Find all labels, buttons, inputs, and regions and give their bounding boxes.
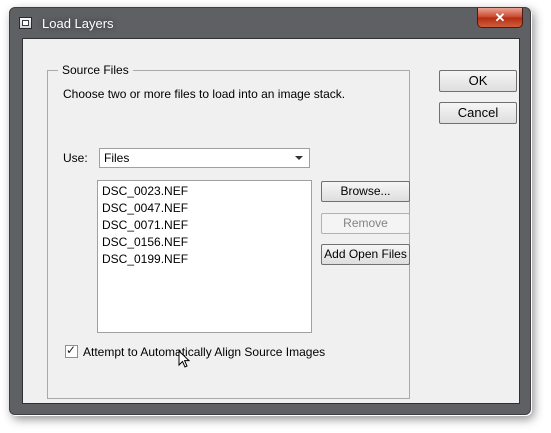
use-label: Use: bbox=[63, 151, 88, 165]
file-list-item[interactable]: DSC_0071.NEF bbox=[102, 217, 311, 234]
file-list-item[interactable]: DSC_0156.NEF bbox=[102, 234, 311, 251]
add-open-files-button[interactable]: Add Open Files bbox=[321, 244, 410, 265]
title-bar[interactable]: Load Layers ✕ bbox=[10, 8, 530, 38]
checkmark-icon: ✓ bbox=[66, 343, 77, 357]
cancel-button[interactable]: Cancel bbox=[439, 102, 517, 124]
browse-button[interactable]: Browse... bbox=[321, 181, 410, 202]
remove-button[interactable]: Remove bbox=[321, 213, 410, 234]
file-list-item[interactable]: DSC_0023.NEF bbox=[102, 183, 311, 200]
align-images-label[interactable]: Attempt to Automatically Align Source Im… bbox=[83, 345, 325, 359]
source-files-description: Choose two or more files to load into an… bbox=[63, 87, 346, 101]
window-title: Load Layers bbox=[42, 16, 114, 31]
ok-button[interactable]: OK bbox=[439, 70, 517, 92]
file-list-item[interactable]: DSC_0199.NEF bbox=[102, 251, 311, 268]
use-dropdown[interactable]: Files bbox=[99, 148, 310, 168]
window-app-icon bbox=[19, 17, 32, 29]
dialog-body: Source Files Choose two or more files to… bbox=[22, 38, 520, 404]
align-images-checkbox[interactable]: ✓ bbox=[65, 343, 78, 358]
close-button[interactable]: ✕ bbox=[477, 8, 523, 28]
source-files-legend: Source Files bbox=[62, 63, 129, 77]
mouse-pointer-icon bbox=[178, 350, 191, 368]
file-list[interactable]: DSC_0023.NEF DSC_0047.NEF DSC_0071.NEF D… bbox=[97, 180, 312, 333]
file-list-item[interactable]: DSC_0047.NEF bbox=[102, 200, 311, 217]
chevron-down-icon bbox=[295, 156, 303, 160]
load-layers-window: Load Layers ✕ Source Files Choose two or… bbox=[9, 7, 531, 415]
use-dropdown-value: Files bbox=[104, 151, 130, 165]
